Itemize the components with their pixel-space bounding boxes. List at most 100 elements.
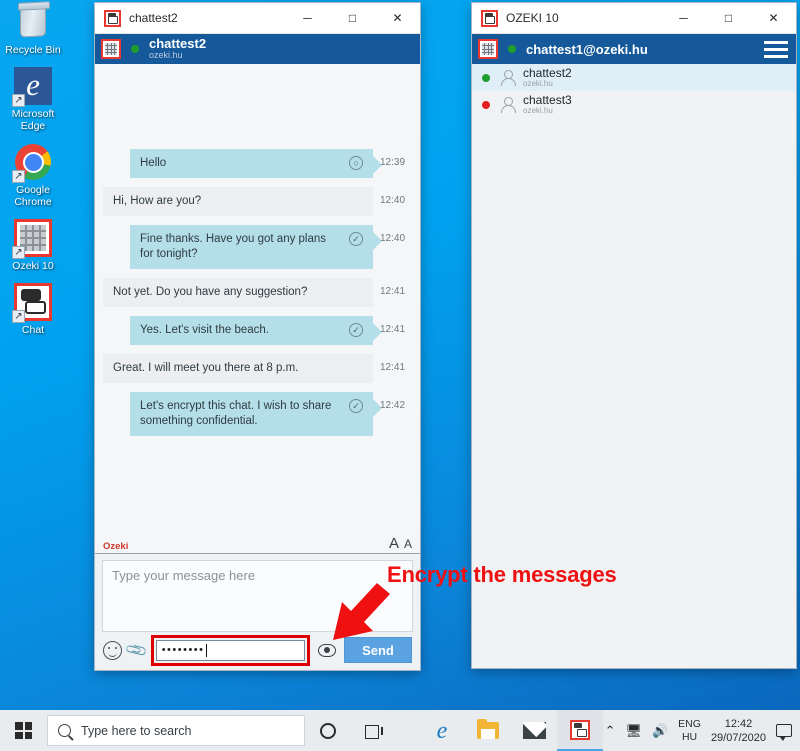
taskbar-app-file-explorer[interactable]	[465, 710, 511, 751]
desktop-icon-label: Recycle Bin	[5, 44, 60, 56]
desktop-icon-microsoft-edge[interactable]: e ↗ Microsoft Edge	[0, 66, 66, 132]
file-explorer-taskbar-icon	[477, 722, 499, 739]
language-line-2: HU	[682, 731, 697, 743]
system-tray: ⌃ 🖥 🔊 ENG HU 12:42 29/07/2020	[605, 717, 800, 745]
volume-icon[interactable]: 🔊	[652, 723, 668, 739]
message-row: Fine thanks. Have you got any plans for …	[95, 225, 420, 269]
eye-icon[interactable]	[318, 644, 336, 657]
start-button[interactable]	[0, 710, 47, 751]
hamburger-menu-icon[interactable]	[764, 41, 788, 58]
contact-list-item-chattest2[interactable]: chattest2 ozeki.hu	[472, 64, 796, 91]
minimize-button[interactable]: ─	[661, 3, 706, 34]
shortcut-arrow-icon: ↗	[12, 310, 25, 323]
message-status-icon: ✓	[349, 232, 363, 246]
font-size-controls[interactable]: A A	[389, 535, 412, 552]
message-row: Not yet. Do you have any suggestion? 12:…	[95, 278, 420, 307]
ozeki-account-header: chattest1@ozeki.hu	[472, 34, 796, 64]
message-text: Hello	[140, 157, 166, 169]
action-center-icon[interactable]	[776, 724, 792, 737]
ozeki-grid-icon[interactable]	[101, 39, 121, 59]
tray-chevron-icon[interactable]: ⌃	[605, 723, 616, 739]
taskbar-app-chat[interactable]	[557, 710, 603, 751]
shortcut-arrow-icon: ↗	[12, 94, 25, 107]
ozeki-brand-label: Ozeki	[103, 541, 128, 552]
presence-indicator	[482, 74, 490, 82]
cortana-button[interactable]	[305, 710, 351, 751]
clock-date: 29/07/2020	[711, 732, 766, 744]
taskbar-spacer	[397, 710, 419, 751]
taskbar-app-mail[interactable]	[511, 710, 557, 751]
encryption-password-input[interactable]: ••••••••	[156, 640, 305, 661]
task-view-icon	[365, 724, 383, 738]
taskbar-app-microsoft-edge[interactable]: e	[419, 710, 465, 751]
close-button[interactable]: ✕	[751, 3, 796, 34]
recycle-bin-icon	[13, 2, 53, 42]
close-button[interactable]: ✕	[375, 3, 420, 34]
desktop-icon-recycle-bin[interactable]: Recycle Bin	[0, 2, 66, 56]
chat-window-titlebar[interactable]: chattest2 ─ □ ✕	[95, 3, 420, 34]
desktop-icon-label: Chat	[22, 324, 44, 336]
presence-indicator	[131, 45, 139, 53]
desktop-icon-ozeki-10[interactable]: ↗ Ozeki 10	[0, 218, 66, 272]
message-row: Let's encrypt this chat. I wish to share…	[95, 392, 420, 436]
message-text: Hi, How are you?	[113, 195, 201, 207]
avatar-person-icon	[499, 69, 516, 86]
shortcut-arrow-icon: ↗	[12, 170, 25, 183]
message-text: Great. I will meet you there at 8 p.m.	[113, 362, 298, 374]
network-icon[interactable]: 🖥	[625, 723, 642, 739]
message-bubble: Great. I will meet you there at 8 p.m.	[103, 354, 373, 383]
message-text: Yes. Let's visit the beach.	[140, 324, 269, 336]
text-caret	[206, 644, 207, 657]
font-size-decrease-button[interactable]: A	[404, 537, 412, 551]
maximize-button[interactable]: □	[706, 3, 751, 34]
desktop-icon-chat[interactable]: ↗ Chat	[0, 282, 66, 336]
maximize-button[interactable]: □	[330, 3, 375, 34]
message-bubble: Hi, How are you?	[103, 187, 373, 216]
taskbar: Type here to search e ⌃ 🖥 🔊 ENG HU 12:42…	[0, 710, 800, 751]
message-time: 12:42	[380, 400, 414, 411]
ozeki-window-titlebar[interactable]: OZEKI 10 ─ □ ✕	[472, 3, 796, 34]
contact-name: chattest2	[523, 67, 572, 80]
presence-indicator	[482, 101, 490, 109]
message-text: Let's encrypt this chat. I wish to share…	[140, 400, 331, 427]
chat-window[interactable]: chattest2 ─ □ ✕ chattest2 ozeki.hu Hello…	[95, 3, 420, 670]
desktop-icon-google-chrome[interactable]: ↗ Google Chrome	[0, 142, 66, 208]
message-time: 12:39	[380, 157, 414, 168]
message-bubble: Let's encrypt this chat. I wish to share…	[130, 392, 373, 436]
google-chrome-icon: ↗	[13, 142, 53, 182]
presence-indicator	[508, 45, 516, 53]
cortana-icon	[320, 723, 336, 739]
message-row: Great. I will meet you there at 8 p.m. 1…	[95, 354, 420, 383]
encryption-password-value: ••••••••	[162, 644, 205, 656]
conversation-contact-domain: ozeki.hu	[149, 51, 206, 60]
message-row: Hi, How are you? 12:40	[95, 187, 420, 216]
search-input[interactable]: Type here to search	[47, 715, 305, 746]
account-username: chattest1@ozeki.hu	[526, 42, 764, 57]
ozeki-chat-taskbar-icon	[570, 720, 590, 740]
message-bubble: Not yet. Do you have any suggestion?	[103, 278, 373, 307]
message-row: Hello ○ 12:39	[95, 149, 420, 178]
emoji-icon[interactable]	[103, 641, 122, 660]
mail-taskbar-icon	[523, 722, 546, 739]
paperclip-icon[interactable]: 📎	[124, 637, 150, 662]
desktop-icon-list: Recycle Bin e ↗ Microsoft Edge ↗ Google …	[0, 0, 66, 346]
font-size-increase-button[interactable]: A	[389, 535, 399, 552]
search-placeholder: Type here to search	[81, 724, 191, 738]
clock[interactable]: 12:42 29/07/2020	[711, 717, 766, 745]
message-list[interactable]: Hello ○ 12:39 Hi, How are you? 12:40 Fin…	[95, 64, 420, 536]
message-time: 12:41	[380, 324, 414, 335]
message-bubble: Fine thanks. Have you got any plans for …	[130, 225, 373, 269]
message-time: 12:40	[380, 233, 414, 244]
contact-list-item-chattest3[interactable]: chattest3 ozeki.hu	[472, 91, 796, 118]
avatar-person-icon	[499, 96, 516, 113]
message-bubble: Hello ○	[130, 149, 373, 178]
minimize-button[interactable]: ─	[285, 3, 330, 34]
chat-conversation-header: chattest2 ozeki.hu	[95, 34, 420, 64]
contact-name: chattest3	[523, 94, 572, 107]
chat-footer-strip: Ozeki A A	[95, 536, 420, 554]
language-indicator[interactable]: ENG HU	[678, 718, 701, 744]
task-view-button[interactable]	[351, 710, 397, 751]
contact-domain: ozeki.hu	[523, 80, 572, 88]
ozeki-grid-icon[interactable]	[478, 39, 498, 59]
microsoft-edge-taskbar-icon: e	[437, 719, 448, 743]
